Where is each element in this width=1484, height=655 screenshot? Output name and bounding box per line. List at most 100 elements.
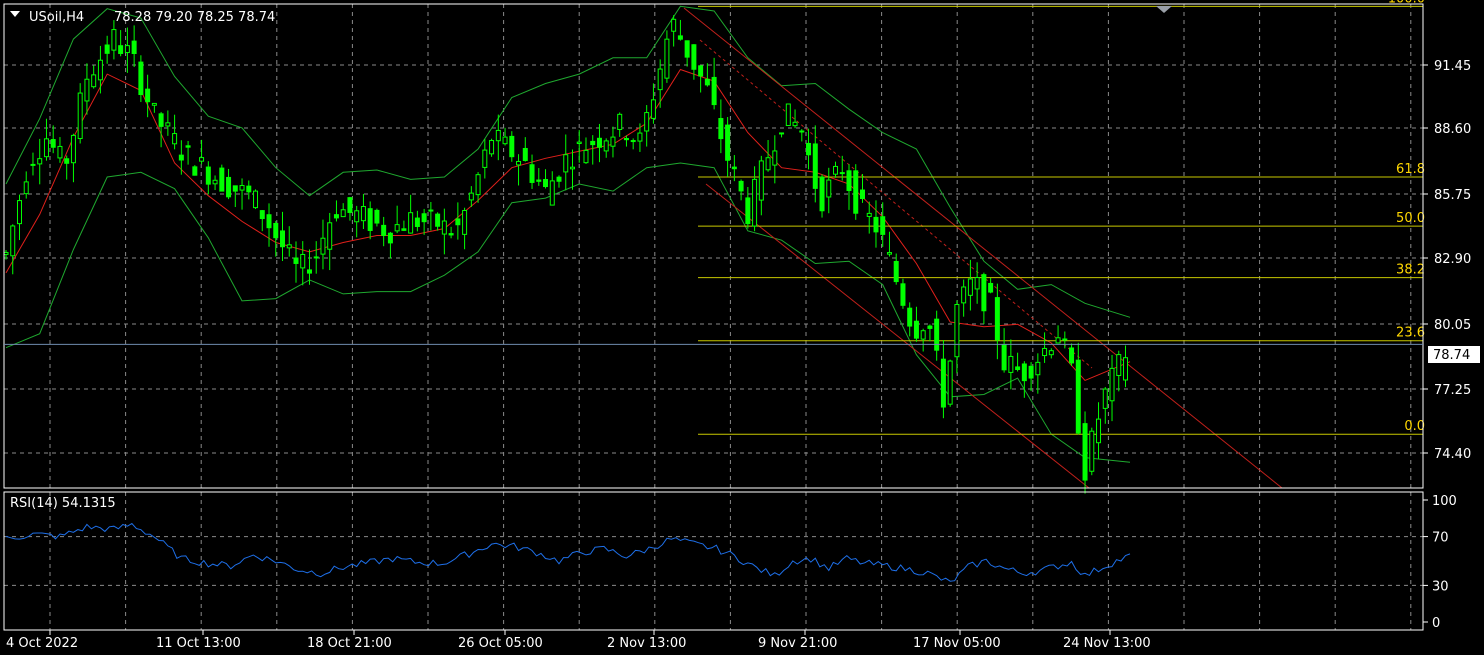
candle-body (988, 282, 994, 293)
candle-body (199, 157, 205, 162)
candle-body (752, 178, 758, 227)
candle-body (900, 283, 906, 306)
candle-body (131, 40, 137, 55)
candle-body (792, 121, 798, 127)
candle-body (1035, 361, 1041, 376)
candle-body (145, 88, 151, 103)
candle-body (839, 172, 845, 175)
candle-body (495, 129, 501, 142)
candle-body (441, 220, 447, 235)
candle-body (37, 158, 43, 165)
candle-body (758, 160, 764, 201)
candle-body (617, 113, 623, 130)
fib-label: 100.0 (1388, 0, 1425, 6)
candle-body (1001, 344, 1007, 371)
candle-body (1028, 365, 1034, 379)
candle-body (259, 210, 265, 220)
y-tick-label: 88.60 (1434, 122, 1471, 137)
candle-body (704, 78, 710, 86)
candle-body (293, 257, 299, 264)
candle-body (1055, 337, 1061, 344)
candle-body (306, 269, 312, 274)
candle-body (151, 102, 157, 106)
candle-body (913, 320, 919, 339)
candle-body (819, 176, 825, 212)
candle-body (745, 197, 751, 225)
candle-body (118, 45, 124, 54)
candle-body (934, 318, 940, 351)
candle-body (286, 244, 292, 249)
candle-body (333, 214, 339, 219)
candle-body (1116, 354, 1122, 376)
candle-body (543, 179, 549, 188)
candle-body (691, 44, 697, 70)
candle-body (961, 286, 967, 304)
candle-body (516, 160, 522, 166)
x-tick-label: 4 Oct 2022 (6, 636, 78, 651)
price-badge-text: 78.74 (1433, 348, 1470, 363)
candle-body (1096, 418, 1102, 444)
candle-body (1075, 359, 1081, 434)
candle-body (859, 189, 865, 200)
y-tick-label: 80.05 (1434, 318, 1471, 333)
candle-body (785, 103, 791, 127)
candle-body (408, 212, 414, 234)
candle-body (590, 140, 596, 146)
candle-body (30, 163, 36, 166)
candle-body (671, 18, 677, 32)
y-tick-label: 74.40 (1434, 447, 1471, 462)
candle-body (1048, 350, 1054, 356)
x-tick-label: 9 Nov 21:00 (758, 636, 837, 651)
candle-body (212, 179, 218, 185)
candle-body (455, 218, 461, 226)
candle-body (974, 277, 980, 290)
x-tick-label: 11 Oct 13:00 (156, 636, 241, 651)
candle-body (104, 44, 110, 54)
candle-body (826, 179, 832, 198)
candle-body (967, 278, 973, 296)
candle-body (387, 232, 393, 244)
candle-body (1021, 363, 1027, 382)
symbol-label: USoil,H4 (29, 10, 84, 25)
candle-body (360, 206, 366, 222)
fib-label: 38.2 (1396, 263, 1425, 278)
candle-body (64, 158, 70, 164)
candle-body (57, 145, 63, 159)
candle-body (731, 166, 737, 170)
candle-body (347, 197, 353, 213)
x-tick-label: 26 Oct 05:00 (458, 636, 543, 651)
candle-body (239, 185, 245, 191)
candle-body (185, 145, 191, 148)
candle-body (698, 65, 704, 77)
candle-body (462, 209, 468, 235)
candle-body (16, 200, 22, 225)
candle-body (886, 252, 892, 255)
candle-body (1123, 357, 1129, 381)
candle-body (650, 99, 656, 119)
rsi-tick-label: 70 (1432, 531, 1449, 546)
candle-body (253, 190, 259, 209)
candle-body (779, 132, 785, 135)
candle-body (124, 45, 130, 54)
x-tick-label: 24 Nov 13:00 (1063, 636, 1151, 651)
candle-body (273, 222, 279, 239)
candle-body (327, 222, 333, 250)
candle-body (927, 325, 933, 329)
candle-body (556, 176, 562, 182)
candle-body (549, 180, 555, 206)
candle-body (165, 122, 171, 127)
candle-body (657, 68, 663, 91)
candle-body (428, 209, 434, 212)
candle-body (414, 217, 420, 227)
candle-body (192, 166, 198, 176)
candle-body (907, 307, 913, 327)
candle-body (97, 59, 103, 81)
fib-label: 0.0 (1404, 419, 1425, 434)
rsi-tick-label: 30 (1432, 579, 1449, 594)
candle-body (70, 134, 76, 164)
candle-body (502, 136, 508, 145)
candle-body (226, 176, 232, 198)
candle-body (576, 141, 582, 144)
candle-body (1069, 347, 1075, 364)
candle-body (266, 214, 272, 229)
